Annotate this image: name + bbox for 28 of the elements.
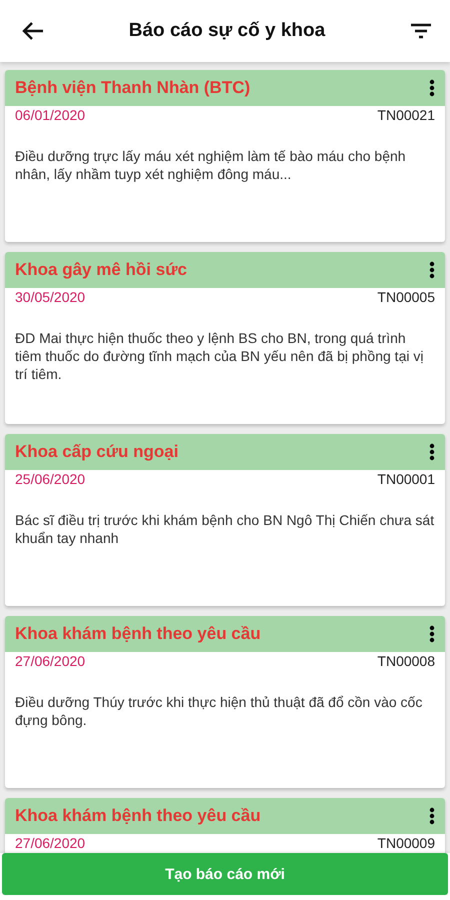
create-report-button[interactable]: Tạo báo cáo mới xyxy=(2,853,448,895)
report-date: 25/06/2020 xyxy=(15,471,86,487)
report-description: Điều dưỡng Thúy trước khi thực hiện thủ thuật đã đổ cồn vào cốc đựng bông. xyxy=(14,693,424,729)
department-name: Khoa gây mê hồi sức xyxy=(15,260,188,280)
report-code: TN00005 xyxy=(377,289,435,305)
more-options-icon[interactable] xyxy=(429,261,435,279)
report-date: 27/06/2020 xyxy=(15,653,86,669)
report-description: Điều dưỡng trực lấy máu xét nghiệm làm tế bào máu cho bệnh nhân, lấy nhầm tuyp xét nghiệm đông máu... xyxy=(14,147,407,183)
department-name: Khoa khám bệnh theo yêu cầu xyxy=(15,624,262,644)
more-options-icon[interactable] xyxy=(429,443,435,461)
report-description: Bác sĩ điều trị trước khi khám bệnh cho BN Ngô Thị Chiến chưa sát khuẩn tay nhanh xyxy=(14,511,436,547)
department-name: Bệnh viện Thanh Nhàn (BTC) xyxy=(15,78,252,98)
more-options-icon[interactable] xyxy=(429,79,435,97)
report-date: 06/01/2020 xyxy=(15,107,86,123)
report-code: TN00001 xyxy=(377,471,435,487)
department-name: Khoa cấp cứu ngoại xyxy=(15,442,180,462)
report-code: TN00008 xyxy=(377,653,435,669)
more-options-icon[interactable] xyxy=(429,625,435,643)
filter-icon[interactable] xyxy=(410,23,432,39)
report-code: TN00021 xyxy=(377,107,435,123)
back-arrow-icon[interactable] xyxy=(22,21,44,41)
report-description: ĐD Mai thực hiện thuốc theo y lệnh BS cho BN, trong quá trình tiêm thuốc do đường tĩnh mạch của BN yếu nên đã bị phồng tại vị trí tiêm. xyxy=(14,329,424,383)
screen-title: Báo cáo sự cố y khoa xyxy=(128,20,326,42)
report-date: 27/06/2020 xyxy=(15,835,86,851)
more-options-icon[interactable] xyxy=(429,807,435,825)
report-date: 30/05/2020 xyxy=(15,289,86,305)
report-code: TN00009 xyxy=(377,835,435,851)
department-name: Khoa khám bệnh theo yêu cầu xyxy=(15,806,262,826)
